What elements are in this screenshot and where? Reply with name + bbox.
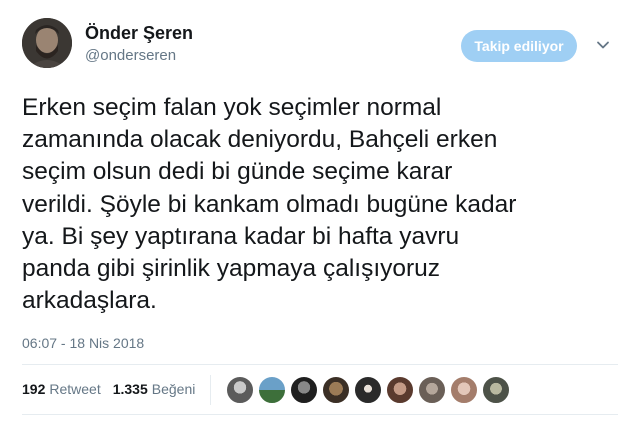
following-button[interactable]: Takip ediliyor [461, 30, 577, 62]
liker-avatar[interactable] [450, 376, 478, 404]
liker-avatars [226, 376, 514, 404]
tweet-text-line: Erken seçim falan yok seçimler normal [22, 94, 442, 121]
tweet-text-line: ya. Bi şey yaptırana kadar bi hafta yavr… [22, 222, 460, 250]
retweet-count: 192 [22, 381, 46, 397]
author-name[interactable]: Önder Şeren [85, 23, 193, 44]
like-label: Beğeni [151, 381, 196, 397]
chevron-down-icon[interactable] [596, 38, 610, 52]
like-stat[interactable]: 1.335 Beğeni [113, 381, 196, 397]
liker-avatar[interactable] [322, 376, 350, 404]
tweet-text-line: arkadaşlara. [22, 287, 157, 315]
retweet-stat[interactable]: 192 Retweet [22, 381, 101, 397]
divider [22, 414, 618, 415]
divider [22, 364, 618, 365]
liker-avatar[interactable] [258, 376, 286, 404]
tweet-text: Erken seçim falan yok seçimler normal za… [22, 92, 622, 317]
tweet-text-line: zamanında olacak deniyordu, Bahçeli erke… [22, 126, 498, 154]
retweet-label: Retweet [49, 381, 101, 397]
liker-avatar[interactable] [418, 376, 446, 404]
tweet-stats: 192 Retweet 1.335 Beğeni [22, 381, 207, 397]
tweet-text-line: seçim olsun dedi bi günde seçime karar [22, 158, 453, 186]
liker-avatar[interactable] [354, 376, 382, 404]
liker-avatar[interactable] [482, 376, 510, 404]
author-handle[interactable]: @onderseren [85, 47, 176, 64]
tweet-card: Önder Şeren @onderseren Takip ediliyor E… [0, 0, 640, 421]
liker-avatar[interactable] [290, 376, 318, 404]
tweet-text-line: verildi. Şöyle bi kankam olmadı bugüne k… [22, 190, 517, 218]
liker-avatar[interactable] [386, 376, 414, 404]
tweet-text-line: panda gibi şirinlik yapmaya çalışıyoruz [22, 255, 441, 283]
liker-avatar[interactable] [226, 376, 254, 404]
author-avatar[interactable] [22, 18, 72, 68]
like-count: 1.335 [112, 381, 148, 397]
stats-separator [210, 375, 211, 405]
tweet-timestamp[interactable]: 06:07 - 18 Nis 2018 [22, 335, 144, 351]
